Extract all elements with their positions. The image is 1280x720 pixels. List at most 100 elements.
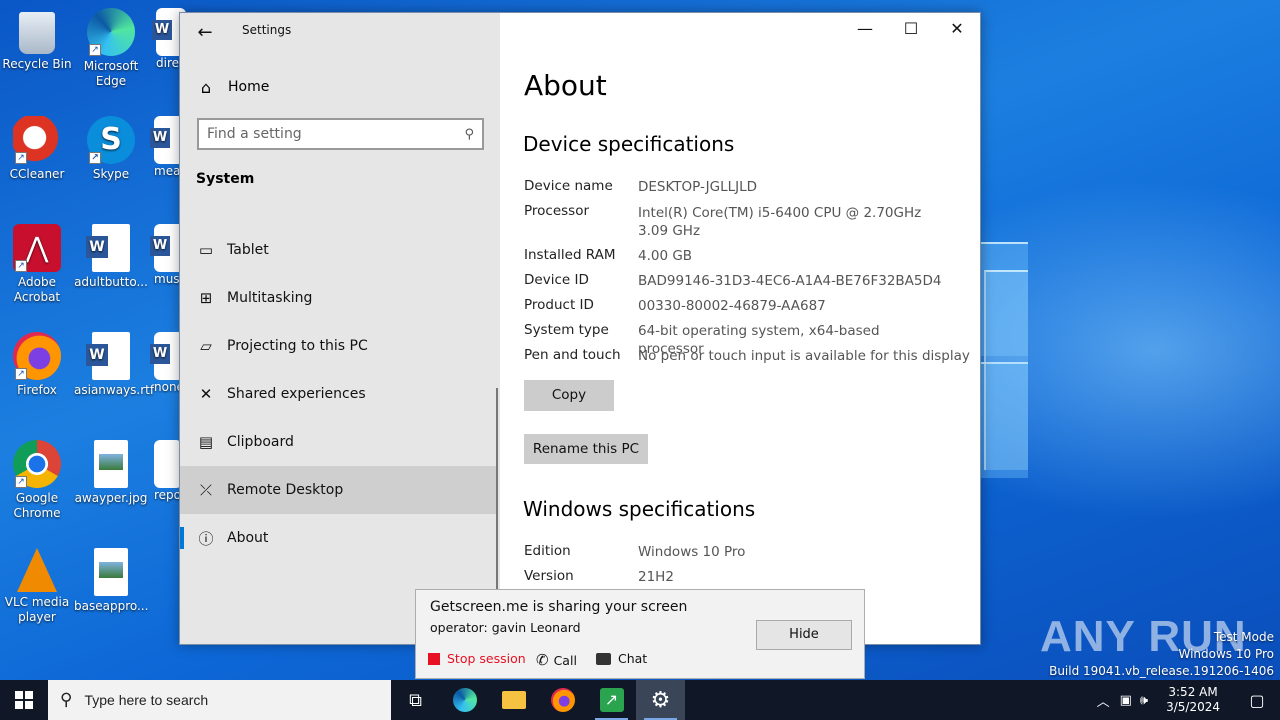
- notification-icon[interactable]: ▢: [1234, 691, 1280, 710]
- nav-item-about[interactable]: ⓘ About: [180, 514, 498, 562]
- spec-row: Version 21H2: [524, 568, 674, 585]
- clock[interactable]: 3:52 AM 3/5/2024: [1166, 685, 1220, 715]
- nav-scrollbar[interactable]: [496, 388, 498, 618]
- desktop-icon-baseappro[interactable]: baseappro...: [74, 548, 148, 614]
- chevron-up-icon[interactable]: ︿: [1097, 691, 1110, 710]
- stop-session-button[interactable]: Stop session: [428, 651, 526, 666]
- spec-row: Processor Intel(R) Core(TM) i5-6400 CPU @…: [524, 203, 921, 239]
- firefox-icon: [550, 688, 575, 712]
- spec-label: Device name: [524, 178, 613, 194]
- projecting-icon: ▱: [200, 337, 212, 355]
- shared-experiences-icon: ✕: [199, 385, 213, 403]
- spec-value: 00330-80002-46879-AA687: [638, 298, 826, 314]
- desktop-icon-awayper[interactable]: awayper.jpg: [74, 440, 148, 506]
- stop-session-label: Stop session: [447, 651, 526, 666]
- call-button[interactable]: ✆ Call: [536, 651, 577, 669]
- desktop-icon-asianways[interactable]: W asianways.rtf: [74, 332, 154, 398]
- close-button[interactable]: ✕: [934, 13, 980, 45]
- find-setting-input[interactable]: Find a setting ⚲: [197, 118, 484, 150]
- taskbar-settings[interactable]: ⚙: [636, 680, 685, 720]
- taskbar-search-placeholder: Type here to search: [84, 692, 209, 708]
- task-view-button[interactable]: ⧉: [391, 680, 440, 720]
- word-document-icon: W: [86, 224, 130, 272]
- nav-item-clipboard[interactable]: ▤ Clipboard: [180, 418, 498, 466]
- taskbar-file-explorer[interactable]: [489, 680, 538, 720]
- chat-icon: [596, 652, 611, 665]
- taskbar-firefox[interactable]: [538, 680, 587, 720]
- copy-button[interactable]: Copy: [524, 380, 614, 411]
- back-button[interactable]: ←: [190, 19, 220, 47]
- chat-label: Chat: [618, 651, 648, 666]
- spec-row: Edition Windows 10 Pro: [524, 543, 745, 560]
- page-title: About: [524, 69, 607, 102]
- spec-label: Pen and touch: [524, 347, 621, 363]
- desktop-icon-skype[interactable]: S ↗ Skype: [74, 116, 148, 182]
- desktop-icon-vlc[interactable]: VLC media player: [0, 548, 74, 625]
- desktop-icon-firefox[interactable]: ↗ Firefox: [0, 332, 74, 398]
- spec-value: 21H2: [638, 569, 674, 585]
- spec-row: Device ID BAD99146-31D3-4EC6-A1A4-BE76F32…: [524, 272, 941, 289]
- taskbar-search-box[interactable]: ⚲ Type here to search: [48, 680, 391, 720]
- maximize-button[interactable]: ☐: [888, 13, 934, 45]
- nav-item-label: Projecting to this PC: [227, 338, 368, 354]
- clock-time: 3:52 AM: [1168, 685, 1218, 699]
- edge-icon: ↗: [87, 8, 135, 56]
- call-label: Call: [553, 652, 577, 668]
- spec-row: Device name DESKTOP-JGLLJLD: [524, 178, 757, 195]
- gear-icon: ⚙: [650, 687, 671, 713]
- test-mode-text: Test Mode: [1213, 630, 1274, 644]
- edition-text: Windows 10 Pro: [1178, 647, 1274, 661]
- start-button[interactable]: [0, 680, 48, 720]
- section-heading: System: [196, 171, 255, 187]
- chat-button[interactable]: Chat: [596, 651, 647, 666]
- folder-icon: [501, 691, 526, 709]
- network-icon[interactable]: ▣: [1120, 693, 1132, 708]
- remote-desktop-icon: ⤫: [199, 481, 212, 499]
- nav-item-tablet[interactable]: ▭ Tablet: [180, 226, 498, 274]
- getscreen-icon: ↗: [599, 688, 624, 712]
- nav-item-multitasking[interactable]: ⊞ Multitasking: [180, 274, 498, 322]
- desktop-icon-google-chrome[interactable]: ↗ Google Chrome: [0, 440, 74, 521]
- taskbar-getscreen[interactable]: ↗: [587, 680, 636, 720]
- spec-label: Version: [524, 568, 574, 584]
- clipboard-icon: ▤: [198, 433, 214, 451]
- recycle-bin-icon: [19, 12, 55, 54]
- image-file-icon: [94, 548, 128, 596]
- minimize-button[interactable]: —: [842, 13, 888, 45]
- spec-label: Device ID: [524, 272, 589, 288]
- clock-date: 3/5/2024: [1166, 700, 1220, 714]
- vlc-icon: [17, 548, 57, 592]
- nav-item-projecting[interactable]: ▱ Projecting to this PC: [180, 322, 498, 370]
- maximize-icon: ☐: [903, 19, 919, 38]
- rename-pc-button[interactable]: Rename this PC: [524, 434, 648, 464]
- desktop-icon-microsoft-edge[interactable]: ↗ Microsoft Edge: [74, 8, 148, 89]
- nav-item-label: Clipboard: [227, 434, 294, 450]
- nav-item-remote-desktop[interactable]: ⤫ Remote Desktop: [180, 466, 498, 514]
- image-file-icon: [94, 440, 128, 488]
- taskbar: ⚲ Type here to search ⧉ ↗ ⚙ ︿ ▣ 🕪 3:52 A…: [0, 680, 1280, 720]
- desktop-icon-ccleaner[interactable]: ↗ CCleaner: [0, 116, 74, 182]
- nav-item-shared-experiences[interactable]: ✕ Shared experiences: [180, 370, 498, 418]
- hide-button[interactable]: Hide: [756, 620, 852, 650]
- volume-icon[interactable]: 🕪: [1140, 693, 1148, 708]
- windows-logo-icon: [15, 691, 33, 709]
- desktop-icon-recycle-bin[interactable]: Recycle Bin: [0, 8, 74, 72]
- taskbar-edge[interactable]: [440, 680, 489, 720]
- stop-icon: [428, 652, 440, 665]
- window-title: Settings: [242, 23, 292, 37]
- nav-home[interactable]: ⌂ Home: [196, 76, 269, 98]
- screen-share-banner: Getscreen.me is sharing your screen oper…: [415, 589, 865, 679]
- edge-icon: [452, 688, 477, 712]
- windows-specs-heading: Windows specifications: [523, 497, 756, 521]
- nav-item-label: Multitasking: [227, 290, 313, 306]
- spec-label: Edition: [524, 543, 571, 559]
- wallpaper-pane: [984, 270, 1028, 470]
- desktop-icon-adobe-acrobat[interactable]: ⋀ ↗ Adobe Acrobat: [0, 224, 74, 305]
- nav-home-label: Home: [228, 79, 270, 95]
- info-icon: ⓘ: [198, 529, 214, 548]
- ccleaner-icon: ↗: [13, 116, 61, 164]
- spec-label: Processor: [524, 203, 590, 219]
- desktop-icon-adultbutto[interactable]: W adultbutto...: [74, 224, 148, 290]
- spec-row: Pen and touch No pen or touch input is av…: [524, 347, 970, 364]
- share-operator: operator: gavin Leonard: [430, 620, 581, 635]
